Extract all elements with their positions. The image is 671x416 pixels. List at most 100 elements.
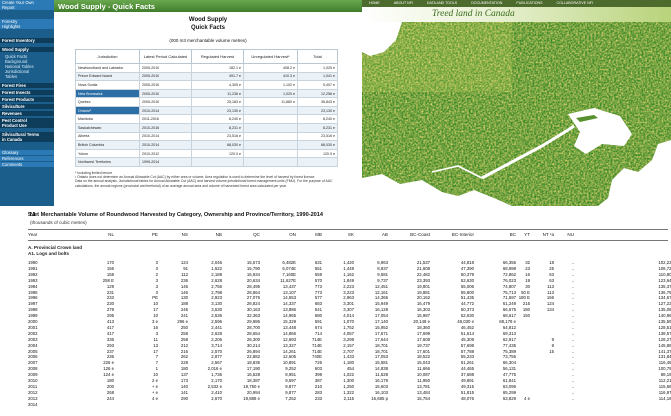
harvest-year-cell: 2011 bbox=[28, 383, 38, 389]
harvest-value-cell: 66,304 bbox=[502, 360, 516, 366]
harvest-value-cell: 56,131 bbox=[502, 366, 516, 372]
harvest-value-cell: 26,894 bbox=[246, 348, 260, 354]
treed-land-map[interactable] bbox=[362, 22, 671, 206]
table-cell: 2005-2010 bbox=[139, 80, 192, 90]
harvest-value-cell: 28,654 bbox=[246, 330, 260, 336]
harvest-value-cell: 258 bbox=[180, 336, 188, 342]
table-cell: Yukon bbox=[75, 148, 140, 159]
harvest-value-cell: 126 e bbox=[103, 366, 114, 372]
harvest-value-cell: 417 bbox=[106, 330, 114, 336]
harvest-column-header: Year bbox=[28, 232, 38, 237]
table-cell bbox=[243, 131, 298, 142]
sidebar-item[interactable]: Comments bbox=[0, 162, 54, 167]
harvest-value-cell: .. bbox=[571, 348, 574, 354]
harvest-value-cell: 16,685 p bbox=[371, 395, 388, 401]
map-nav-item[interactable]: ABOUT NFI bbox=[387, 0, 420, 7]
map-nav-item[interactable]: PUBLICATIONS bbox=[509, 0, 549, 7]
sidebar-item[interactable]: References bbox=[0, 156, 54, 161]
sidebar-item[interactable]: Product Use bbox=[0, 123, 54, 128]
sidebar-item[interactable]: Wood Supply bbox=[0, 47, 54, 52]
harvest-value-cell: 49,891 bbox=[460, 378, 474, 383]
harvest-value-cell: 258 bbox=[180, 330, 188, 336]
harvest-value-cell: 16,934 bbox=[246, 271, 260, 277]
sidebar-item[interactable]: in Canada bbox=[0, 137, 54, 142]
table-cell bbox=[243, 123, 298, 133]
sidebar-item[interactable]: Tables bbox=[0, 74, 54, 79]
harvest-value-cell: 69,313 bbox=[502, 330, 516, 336]
harvest-value-cell: 290 bbox=[180, 395, 188, 401]
harvest-value-cell: 15,790 bbox=[246, 265, 260, 271]
sidebar-item[interactable]: Forest Insects bbox=[0, 90, 54, 95]
harvest-value-cell: 17,671 bbox=[374, 330, 388, 336]
table-cell bbox=[243, 140, 298, 150]
harvest-year-cell: 2005 bbox=[28, 348, 38, 354]
table-cell: 2005-2010 bbox=[139, 88, 192, 99]
harvest-value-cell: 27,076 bbox=[246, 295, 260, 301]
harvest-value-cell: 17,190 bbox=[246, 366, 260, 372]
table-cell: 2011-2016 bbox=[139, 114, 192, 125]
harvest-column-header: BC-Coast bbox=[410, 232, 430, 237]
sidebar-item[interactable]: Report bbox=[0, 5, 54, 10]
map-nav-item[interactable]: COLLABORATIVE NFI bbox=[550, 0, 600, 7]
sidebar-item[interactable]: Forest Fires bbox=[0, 83, 54, 88]
harvest-value-cell: 156 bbox=[106, 265, 114, 271]
harvest-year-cell: 1999 bbox=[28, 313, 38, 319]
sidebar-item[interactable]: Forest Products bbox=[0, 97, 54, 102]
harvest-value-cell: 52,630 bbox=[460, 277, 474, 283]
harvest-value-cell: 2,877 bbox=[211, 354, 222, 360]
map-nav-item[interactable]: DOCUMENTATION bbox=[464, 0, 509, 7]
harvest-value-cell: 48,030 e bbox=[457, 319, 474, 324]
table-cell: 8,231 e bbox=[191, 123, 244, 133]
harvest-year-cell: 2012 bbox=[28, 389, 38, 395]
map-nav-item[interactable]: DATA AND TOOLS bbox=[420, 0, 464, 7]
table-row: British Columbia 2010-2014 68,030 e 68,030 … bbox=[75, 140, 338, 150]
harvest-value-cell: 15,949 bbox=[374, 301, 388, 307]
harvest-column-header: BC-Interior bbox=[451, 232, 474, 237]
harvest-value-cell: 15,573 bbox=[246, 260, 260, 265]
table-cell: New Brunswick bbox=[75, 88, 140, 99]
harvest-value-cell: 2,923 bbox=[211, 295, 222, 301]
harvest-value-cell: 417 bbox=[106, 324, 114, 330]
sidebar-item[interactable]: Glossary bbox=[0, 150, 54, 155]
wood-supply-body: Newfoundland and Labrador 2005-2010 182.1 … bbox=[75, 63, 338, 167]
harvest-value-cell: 135,371 E bbox=[658, 283, 671, 289]
harvest-year-cell: 2008 bbox=[28, 366, 38, 372]
harvest-year-cell: 2000 bbox=[28, 319, 38, 324]
sidebar-item[interactable]: Highlights bbox=[0, 24, 54, 29]
harvest-value-cell: 2,570 bbox=[211, 348, 222, 354]
sidebar-item[interactable]: Revenues bbox=[0, 111, 54, 116]
harvest-value-cell: 68,178 e bbox=[499, 319, 516, 324]
harvest-value-cell: 236 bbox=[106, 354, 114, 360]
harvest-year-cell: 1993 bbox=[28, 277, 38, 283]
harvest-value-cell: 22,482 bbox=[416, 271, 430, 277]
harvest-value-cell: 413 bbox=[106, 319, 114, 324]
harvest-value-cell: 233 bbox=[106, 295, 114, 301]
sidebar-item[interactable]: Forest Inventory bbox=[0, 38, 54, 43]
harvest-value-cell: 4 e bbox=[524, 395, 530, 401]
harvest-value-cell: .. bbox=[571, 319, 574, 324]
harvest-table-top-rule bbox=[28, 229, 668, 230]
table-cell: 2010-2016 bbox=[139, 123, 192, 133]
harvest-value-cell: 2,628 bbox=[211, 277, 222, 283]
map-nav-item[interactable]: HOME bbox=[362, 0, 387, 7]
harvest-value-cell: .. bbox=[571, 295, 574, 301]
harvest-year-cell: 1995 bbox=[28, 289, 38, 295]
harvest-value-cell: .. bbox=[571, 378, 574, 383]
harvest-value-cell: 51,261 bbox=[460, 360, 474, 366]
table-cell: Manitoba bbox=[75, 114, 140, 125]
harvest-value-cell: 116,454 E bbox=[658, 360, 671, 366]
harvest-value-cell: 3,530 bbox=[211, 307, 222, 313]
harvest-value-cell: 16 bbox=[153, 324, 158, 330]
harvest-value-cell: .. bbox=[571, 372, 574, 378]
harvest-year-cell: 1990 bbox=[28, 260, 38, 265]
harvest-value-cell: 279 bbox=[106, 307, 114, 313]
harvest-value-cell: 18,701 bbox=[374, 348, 388, 354]
harvest-section-a-label: A. Provincial Crown land bbox=[28, 245, 83, 250]
harvest-value-cell: 51,815 bbox=[460, 389, 474, 395]
harvest-value-cell: 17,053 bbox=[374, 354, 388, 360]
table-cell: 25,183 e bbox=[191, 97, 244, 107]
sidebar-item[interactable]: Silviculture bbox=[0, 104, 54, 109]
table-cell: 1,025 e bbox=[297, 63, 338, 73]
harvest-value-cell: 17 bbox=[153, 348, 158, 354]
table-cell: 1999-2014 bbox=[139, 157, 192, 167]
